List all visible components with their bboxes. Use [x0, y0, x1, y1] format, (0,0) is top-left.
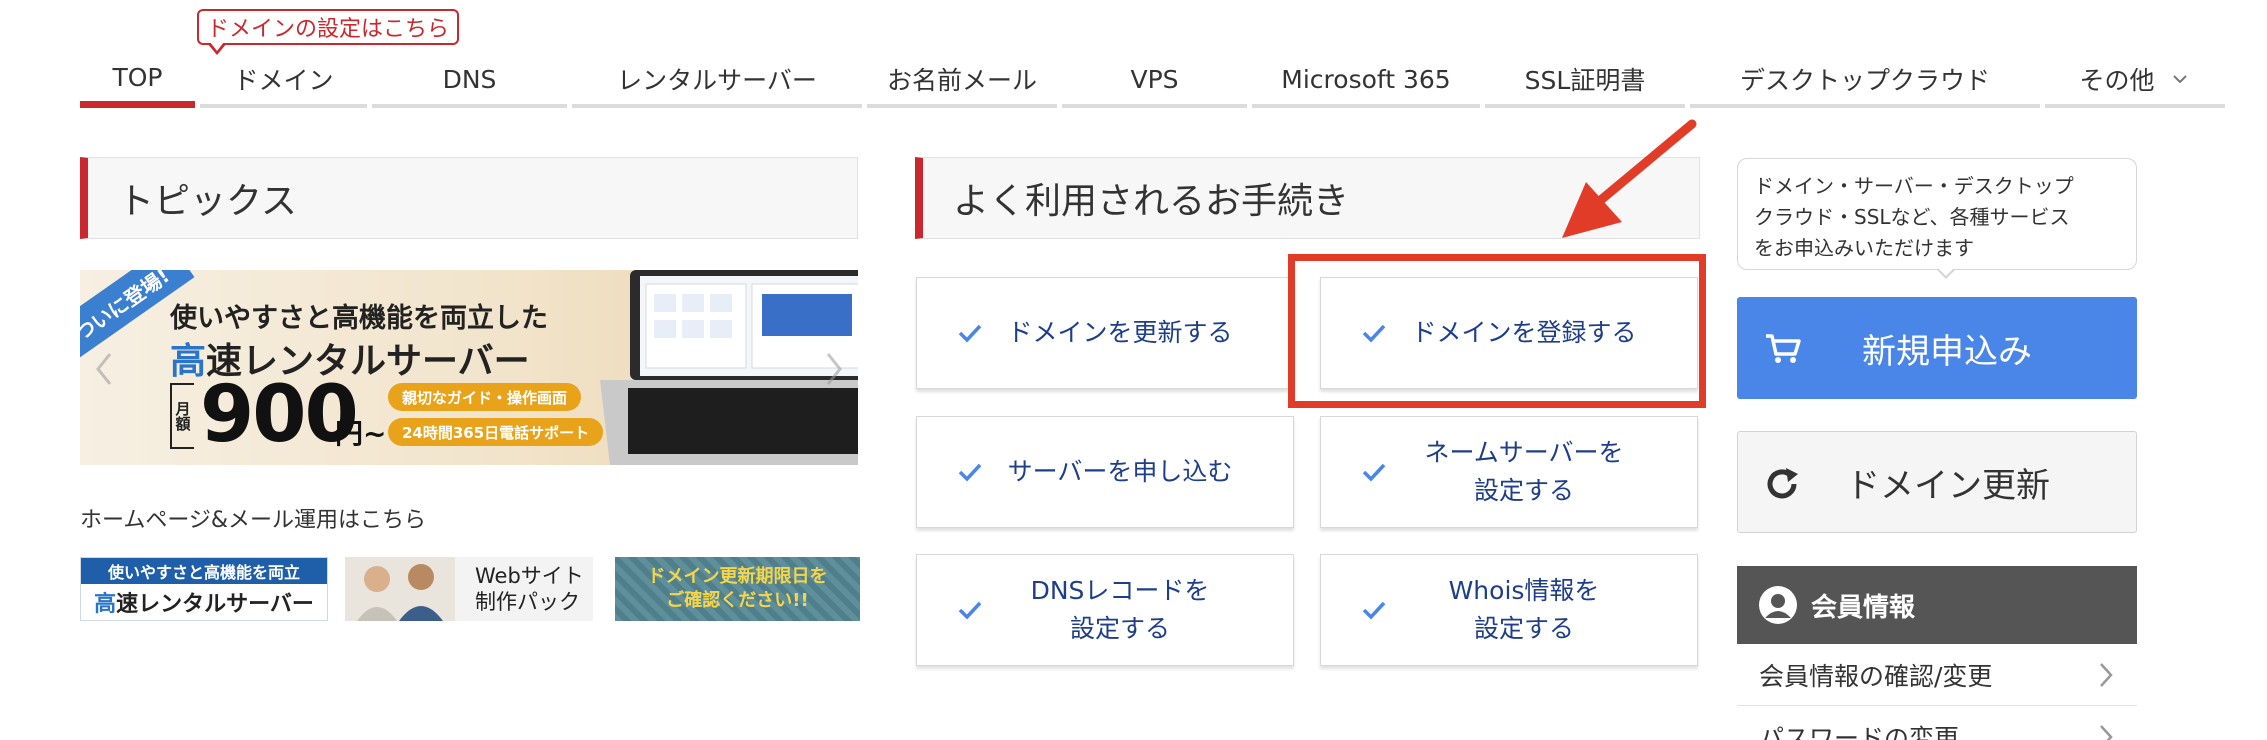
check-icon: [1362, 601, 1386, 620]
mini-banner-web-package[interactable]: Webサイト 制作パック: [345, 557, 593, 621]
nav-label: TOP: [112, 63, 163, 92]
section-title: よく利用されるお手続き: [953, 181, 1350, 222]
topics-header: トピックス: [80, 157, 858, 239]
mini-banner-line2: 高速レンタルサーバー: [81, 584, 327, 620]
apply-server-button[interactable]: サーバーを申し込む: [916, 416, 1294, 528]
member-link-password[interactable]: パスワードの変更: [1737, 706, 2137, 740]
bubble-tail-inner: [1938, 268, 1954, 276]
member-info-header: 会員情報: [1737, 566, 2137, 644]
chevron-right-icon: [2100, 662, 2113, 687]
mini-banner-line2-rest: 速レンタルサーバー: [116, 592, 314, 617]
procedure-label-line2: 設定する: [1473, 614, 1574, 643]
banner-headline: 使いやすさと高機能を両立した: [170, 303, 548, 334]
promo-heading: ホームページ&メール運用はこちら: [80, 508, 427, 533]
nav-label: その他: [2079, 66, 2155, 95]
domain-expiry-text: ドメイン更新期限日を ご確認ください!!: [615, 565, 860, 613]
tooltip-tail-inner: [210, 42, 224, 51]
set-dns-record-button[interactable]: DNSレコードを 設定する: [916, 554, 1294, 666]
user-avatar-icon: [1759, 586, 1797, 624]
nav-item-vps[interactable]: VPS: [1062, 54, 1247, 108]
mini-banner-domain-expiry[interactable]: ドメイン更新期限日を ご確認ください!!: [615, 557, 860, 621]
check-icon: [958, 601, 982, 620]
bubble-line3: をお申込みいただけます: [1754, 236, 1974, 260]
price-prefix: 月額: [170, 383, 194, 449]
banner-price: 900: [200, 370, 359, 460]
domain-renewal-label: ドメイン更新: [1846, 465, 2050, 506]
procedure-label-line1: Whois情報を: [1448, 576, 1600, 605]
nav-label: ドメイン: [233, 66, 334, 95]
member-link-profile[interactable]: 会員情報の確認/変更: [1737, 644, 2137, 706]
section-title: トピックス: [118, 181, 297, 222]
mini-banner-line1: 使いやすさと高機能を両立: [81, 558, 327, 584]
laptop-illustration: [600, 270, 858, 465]
banner-price-suffix: 円~: [335, 417, 387, 450]
procedure-label-line1: ドメインを更新する: [1007, 318, 1233, 347]
mini-banner-highlight: 高: [94, 592, 117, 617]
nav-item-microsoft-365[interactable]: Microsoft 365: [1252, 54, 1480, 108]
check-icon: [958, 324, 982, 343]
procedure-label-line2: 設定する: [1473, 476, 1574, 505]
member-link-label: 会員情報の確認/変更: [1759, 661, 1993, 691]
web-package-line1: Webサイト: [475, 564, 584, 588]
nav-item-desktop-cloud[interactable]: デスクトップクラウド: [1690, 54, 2040, 108]
nav-label: レンタルサーバー: [617, 66, 817, 95]
nav-item-ssl[interactable]: SSL証明書: [1485, 54, 1685, 108]
renew-domain-button[interactable]: ドメインを更新する: [916, 277, 1294, 389]
check-icon: [1362, 463, 1386, 482]
service-info-bubble: ドメイン・サーバー・デスクトップ クラウド・SSLなど、各種サービス をお申込み…: [1737, 158, 2137, 270]
mini-banner-rental-server[interactable]: 使いやすさと高機能を両立 高速レンタルサーバー: [80, 557, 328, 621]
web-package-text: Webサイト 制作パック: [475, 563, 584, 615]
nav-item-other[interactable]: その他: [2045, 54, 2225, 108]
chevron-down-icon: [2172, 75, 2187, 84]
new-application-button[interactable]: 新規申込み: [1737, 297, 2137, 399]
annotation-highlight-box: [1288, 254, 1706, 408]
member-link-label: パスワードの変更: [1759, 723, 1960, 740]
banner-next-icon[interactable]: [824, 352, 844, 386]
nav-label: お名前メール: [886, 66, 1037, 95]
nav-label: Microsoft 365: [1281, 64, 1451, 94]
domain-expiry-line2: ご確認ください!!: [666, 590, 809, 611]
nav-label: SSL証明書: [1524, 66, 1646, 95]
bubble-line2: クラウド・SSLなど、各種サービス: [1754, 205, 2070, 229]
nav-label: VPS: [1130, 64, 1179, 94]
procedure-label-line2: 設定する: [1069, 614, 1170, 643]
procedure-label-line1: ネームサーバーを: [1424, 438, 1624, 467]
nav-item-onamae-mail[interactable]: お名前メール: [867, 54, 1057, 108]
new-application-label: 新規申込み: [1862, 331, 2032, 372]
annotation-arrow-icon: [1562, 119, 1697, 238]
chevron-right-icon: [2100, 724, 2113, 740]
nav-item-rental-server[interactable]: レンタルサーバー: [572, 54, 862, 108]
web-package-line2: 制作パック: [475, 590, 580, 614]
check-icon: [958, 463, 982, 482]
nav-item-top[interactable]: TOP: [80, 54, 195, 108]
domain-expiry-line1: ドメイン更新期限日を: [647, 566, 828, 587]
bubble-line1: ドメイン・サーバー・デスクトップ: [1754, 174, 2074, 198]
set-nameserver-button[interactable]: ネームサーバーを 設定する: [1320, 416, 1698, 528]
nav-label: DNS: [442, 64, 497, 94]
rental-server-banner[interactable]: ついに登場! 使いやすさと高機能を両立した 高速レンタルサーバー 月額 900 …: [80, 270, 858, 465]
member-info-title: 会員情報: [1811, 592, 1916, 623]
global-nav: TOP ドメイン DNS レンタルサーバー お名前メール VPS Microso…: [80, 54, 2225, 108]
nav-label: デスクトップクラウド: [1739, 66, 1990, 95]
procedure-label-line1: サーバーを申し込む: [1007, 457, 1233, 486]
nav-item-dns[interactable]: DNS: [372, 54, 567, 108]
banner-prev-icon[interactable]: [94, 352, 114, 386]
domain-settings-tooltip[interactable]: ドメインの設定はこちら: [197, 9, 459, 45]
people-photo: [345, 557, 455, 621]
domain-renewal-button[interactable]: ドメイン更新: [1737, 431, 2137, 533]
set-whois-button[interactable]: Whois情報を 設定する: [1320, 554, 1698, 666]
nav-item-domain[interactable]: ドメイン: [200, 54, 367, 108]
procedure-label-line1: DNSレコードを: [1030, 576, 1210, 605]
